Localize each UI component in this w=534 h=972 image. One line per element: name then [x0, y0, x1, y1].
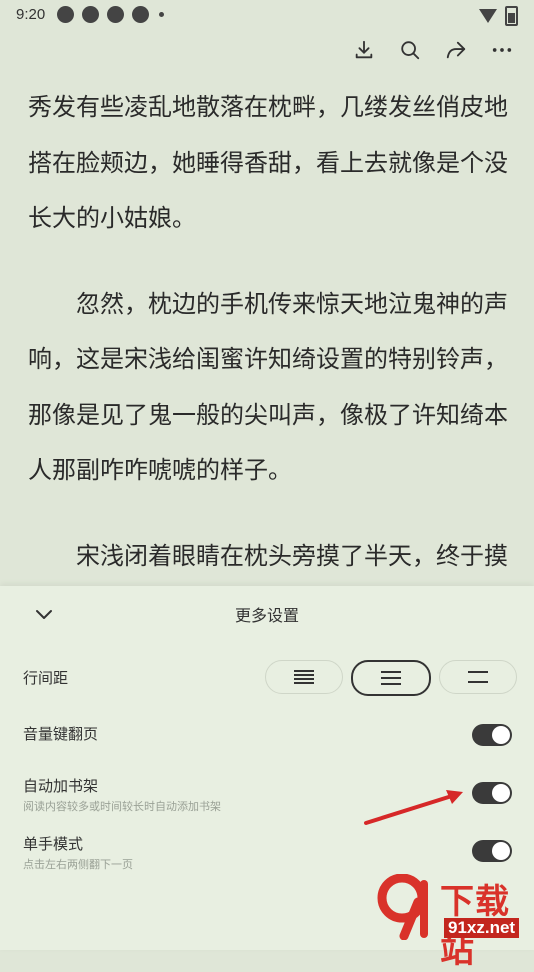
line-spacing-options [265, 660, 517, 696]
watermark: 下载站 91xz.net [374, 870, 534, 971]
annotation-arrow [364, 790, 463, 825]
line-spacing-compact-button[interactable] [265, 660, 343, 694]
app-notification-icon [57, 5, 75, 23]
auto-add-shelf-label: 自动加书架 [23, 777, 99, 795]
more-icon[interactable] [490, 38, 514, 62]
auto-add-shelf-toggle[interactable] [472, 782, 512, 804]
one-hand-mode-row: 单手模式 点击左右两侧翻下一页 [23, 833, 512, 872]
toggle-knob [492, 726, 510, 744]
download-icon[interactable] [352, 38, 376, 62]
sync-icon [132, 5, 150, 23]
paragraph: 宋浅闭着眼睛在枕头旁摸了半天，终于摸到了手机，声音慵懒：“喂？” [76, 541, 508, 570]
status-bar: 9:20 [0, 0, 534, 28]
share-icon[interactable] [444, 38, 468, 62]
paragraph: 秀发有些凌乱地散落在枕畔，几缕发丝俏皮地搭在脸颊边，她睡得香甜，看上去就像是个没… [28, 93, 508, 232]
one-hand-mode-toggle[interactable] [472, 840, 512, 862]
more-notifications-dot [159, 11, 165, 17]
reader-content[interactable]: 秀发有些凌乱地散落在枕畔，几缕发丝俏皮地搭在脸颊边，她睡得香甜，看上去就像是个没… [28, 80, 512, 590]
volume-key-toggle[interactable] [472, 724, 512, 746]
auto-add-shelf-description: 阅读内容较多或时间较长时自动添加书架 [23, 800, 221, 813]
toggle-knob [492, 842, 510, 860]
status-time: 9:20 [16, 5, 46, 23]
paragraph: 忽然，枕边的手机传来惊天地泣鬼神的声响，这是宋浅给闺蜜许知绮设置的特别铃声，那像… [28, 289, 508, 485]
line-spacing-label: 行间距 [23, 669, 69, 687]
panel-title: 更多设置 [234, 606, 299, 625]
volume-key-row: 音量键翻页 [23, 723, 512, 744]
battery-icon [505, 6, 518, 26]
search-icon[interactable] [398, 38, 422, 62]
one-hand-mode-label: 单手模式 [23, 835, 84, 853]
line-spacing-loose-button[interactable] [439, 660, 517, 694]
line-spacing-medium-button[interactable] [351, 660, 431, 696]
toggle-knob [492, 784, 510, 802]
volume-key-label: 音量键翻页 [23, 725, 99, 743]
wifi-icon [479, 9, 497, 23]
watermark-url: 91xz.net [444, 918, 520, 938]
reader-toolbar [352, 38, 514, 62]
brand-logo [377, 874, 428, 940]
panel-header: 更多设置 [0, 586, 534, 642]
one-hand-mode-description: 点击左右两侧翻下一页 [23, 858, 133, 871]
chevron-down-icon[interactable] [32, 602, 56, 626]
app-notification-icon [82, 5, 100, 23]
sync-icon [107, 5, 125, 23]
